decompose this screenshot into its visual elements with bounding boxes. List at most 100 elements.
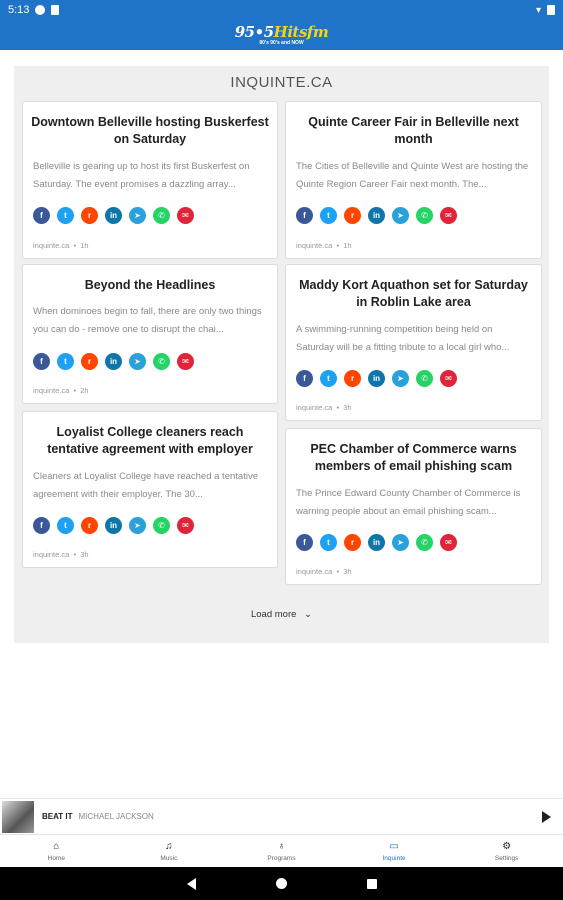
email-icon[interactable]: ✉	[440, 534, 457, 551]
load-more-button[interactable]: Load more ⌄	[14, 609, 549, 620]
facebook-icon[interactable]: f	[33, 517, 50, 534]
facebook-icon[interactable]: f	[296, 370, 313, 387]
news-card[interactable]: Beyond the Headlines When dominoes begin…	[22, 264, 278, 404]
email-icon[interactable]: ✉	[177, 353, 194, 370]
tab-programs[interactable]: ♁ Programs	[225, 835, 338, 867]
back-icon[interactable]	[186, 877, 196, 890]
reddit-icon[interactable]: r	[344, 370, 361, 387]
news-excerpt: Cleaners at Loyalist College have reache…	[33, 471, 258, 500]
wifi-icon: ▾	[535, 4, 541, 16]
linkedin-icon[interactable]: in	[105, 207, 122, 224]
telegram-icon[interactable]: ➤	[129, 207, 146, 224]
linkedin-icon[interactable]: in	[368, 370, 385, 387]
home-circle-icon[interactable]	[275, 878, 287, 889]
news-title[interactable]: PEC Chamber of Commerce warns members of…	[294, 441, 533, 475]
gear-icon: ⚙	[502, 840, 512, 852]
news-card[interactable]: PEC Chamber of Commerce warns members of…	[285, 428, 542, 585]
news-card[interactable]: Downtown Belleville hosting Buskerfest o…	[22, 101, 278, 259]
mic-icon: ♁	[277, 840, 286, 852]
linkedin-icon[interactable]: in	[105, 353, 122, 370]
facebook-icon[interactable]: f	[296, 207, 313, 224]
news-meta: inquinte.ca • 1h	[33, 241, 89, 250]
facebook-icon[interactable]: f	[33, 207, 50, 224]
notification-icon	[35, 5, 46, 15]
reddit-icon[interactable]: r	[81, 207, 98, 224]
mini-player[interactable]: BEAT IT MICHAEL JACKSON	[0, 798, 563, 834]
twitter-icon[interactable]: t	[320, 534, 337, 551]
tab-home[interactable]: ⌂ Home	[0, 835, 113, 867]
twitter-icon[interactable]: t	[57, 517, 74, 534]
status-time: 5:13	[8, 4, 30, 16]
news-excerpt: When dominoes begin to fall, there are o…	[33, 306, 262, 335]
reddit-icon[interactable]: r	[81, 353, 98, 370]
panel-title: INQUINTE.CA	[230, 74, 333, 91]
whatsapp-icon[interactable]: ✆	[153, 353, 170, 370]
share-row: f t r in ➤ ✆ ✉	[33, 353, 194, 370]
email-icon[interactable]: ✉	[440, 207, 457, 224]
share-row: f t r in ➤ ✆ ✉	[33, 517, 194, 534]
share-row: f t r in ➤ ✆ ✉	[296, 370, 457, 387]
share-row: f t r in ➤ ✆ ✉	[296, 207, 457, 224]
news-excerpt: A swimming-running competition being hel…	[296, 324, 510, 353]
app-bar: 95•5Hitsfm 80's 90's and NOW	[0, 20, 563, 50]
tab-inquinte[interactable]: ▭ Inquinte	[338, 835, 451, 867]
whatsapp-icon[interactable]: ✆	[153, 517, 170, 534]
system-nav-bar	[0, 867, 563, 900]
linkedin-icon[interactable]: in	[368, 534, 385, 551]
reddit-icon[interactable]: r	[81, 517, 98, 534]
whatsapp-icon[interactable]: ✆	[416, 370, 433, 387]
share-row: f t r in ➤ ✆ ✉	[33, 207, 194, 224]
email-icon[interactable]: ✉	[440, 370, 457, 387]
telegram-icon[interactable]: ➤	[392, 207, 409, 224]
telegram-icon[interactable]: ➤	[129, 353, 146, 370]
news-meta: inquinte.ca • 3h	[33, 550, 89, 559]
news-title[interactable]: Maddy Kort Aquathon set for Saturday in …	[294, 277, 533, 311]
track-title: BEAT IT	[42, 812, 73, 821]
reddit-icon[interactable]: r	[344, 534, 361, 551]
news-card[interactable]: Quinte Career Fair in Belleville next mo…	[285, 101, 542, 259]
linkedin-icon[interactable]: in	[368, 207, 385, 224]
battery-icon	[547, 5, 555, 15]
telegram-icon[interactable]: ➤	[392, 534, 409, 551]
whatsapp-icon[interactable]: ✆	[416, 534, 433, 551]
news-meta: inquinte.ca • 1h	[296, 241, 352, 250]
tab-music[interactable]: ♫ Music	[113, 835, 226, 867]
news-title[interactable]: Beyond the Headlines	[31, 277, 269, 294]
news-meta: inquinte.ca • 3h	[296, 403, 352, 412]
telegram-icon[interactable]: ➤	[392, 370, 409, 387]
linkedin-icon[interactable]: in	[105, 517, 122, 534]
chevron-down-icon: ⌄	[304, 609, 313, 620]
music-icon: ♫	[165, 840, 173, 852]
news-card[interactable]: Maddy Kort Aquathon set for Saturday in …	[285, 264, 542, 421]
twitter-icon[interactable]: t	[320, 370, 337, 387]
email-icon[interactable]: ✉	[177, 207, 194, 224]
facebook-icon[interactable]: f	[33, 353, 50, 370]
sim-icon	[51, 5, 60, 15]
twitter-icon[interactable]: t	[57, 207, 74, 224]
whatsapp-icon[interactable]: ✆	[153, 207, 170, 224]
reddit-icon[interactable]: r	[344, 207, 361, 224]
tab-settings[interactable]: ⚙ Settings	[450, 835, 563, 867]
tv-icon: ▭	[389, 840, 399, 852]
news-card[interactable]: Loyalist College cleaners reach tentativ…	[22, 411, 278, 568]
facebook-icon[interactable]: f	[296, 534, 313, 551]
play-icon[interactable]	[542, 811, 551, 823]
news-excerpt: The Prince Edward County Chamber of Comm…	[296, 488, 521, 517]
telegram-icon[interactable]: ➤	[129, 517, 146, 534]
twitter-icon[interactable]: t	[320, 207, 337, 224]
news-meta: inquinte.ca • 2h	[33, 386, 89, 395]
share-row: f t r in ➤ ✆ ✉	[296, 534, 457, 551]
news-title[interactable]: Loyalist College cleaners reach tentativ…	[31, 424, 269, 458]
app-logo: 95•5Hitsfm	[234, 22, 329, 41]
email-icon[interactable]: ✉	[177, 517, 194, 534]
status-bar: 5:13 ▾	[0, 0, 563, 20]
album-art	[2, 800, 34, 833]
app-logo-tagline: 80's 90's and NOW	[259, 39, 304, 46]
whatsapp-icon[interactable]: ✆	[416, 207, 433, 224]
recent-apps-icon[interactable]	[366, 878, 377, 889]
twitter-icon[interactable]: t	[57, 353, 74, 370]
news-title[interactable]: Downtown Belleville hosting Buskerfest o…	[31, 114, 269, 148]
news-excerpt: The Cities of Belleville and Quinte West…	[296, 161, 529, 190]
news-panel: INQUINTE.CA Downtown Belleville hosting …	[14, 66, 549, 643]
news-title[interactable]: Quinte Career Fair in Belleville next mo…	[294, 114, 533, 148]
